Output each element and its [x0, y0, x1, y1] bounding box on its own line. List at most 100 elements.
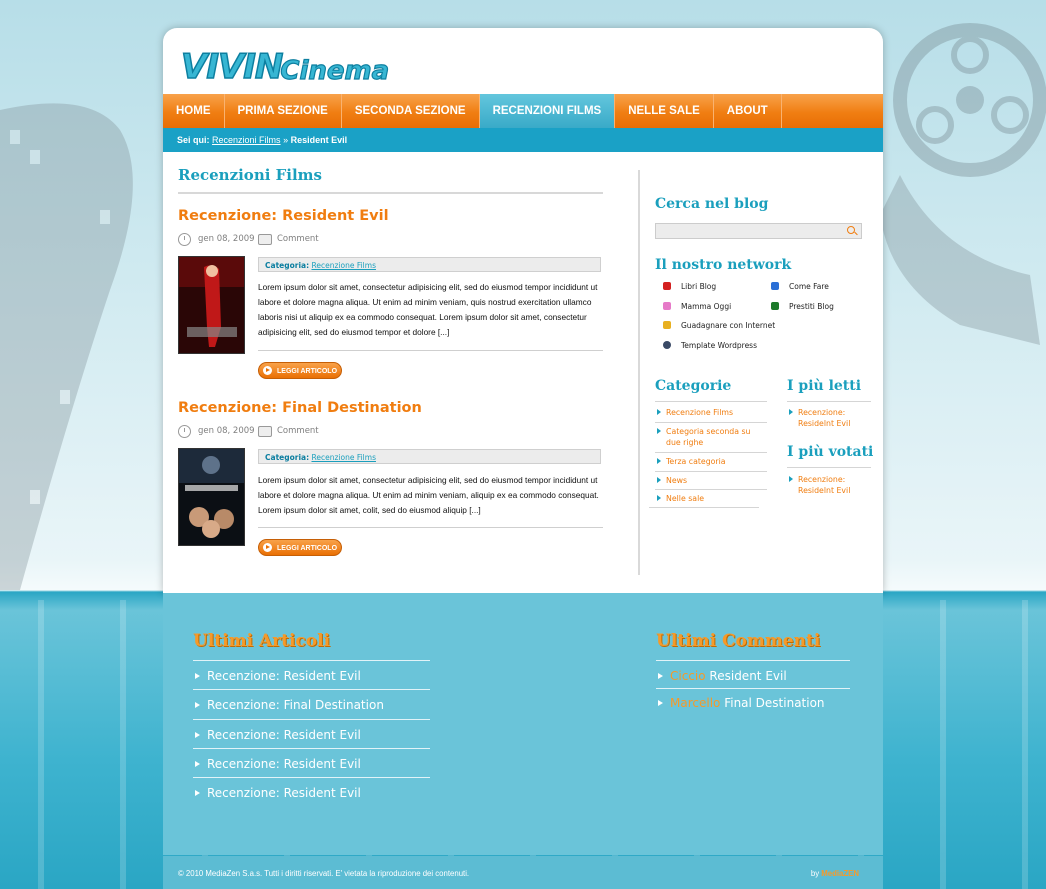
comment-post: Resident Evil [709, 669, 787, 683]
category-link[interactable]: Recenzione Films [311, 453, 376, 462]
divider [655, 422, 767, 423]
category-item[interactable]: Categoria seconda su due righe [657, 426, 761, 448]
network-item[interactable]: Prestiti Blog [771, 302, 834, 311]
category-item[interactable]: Terza categoria [657, 456, 726, 467]
come-fare-icon [771, 282, 779, 290]
guadagnare-icon [663, 321, 671, 329]
network-title: Il nostro network [655, 257, 792, 273]
post-date: gen 08, 2009 [198, 234, 255, 244]
network-item[interactable]: Guadagnare con Internet [663, 321, 775, 330]
category-label: Categoria: [265, 261, 310, 270]
comment-post: Final Destination [724, 696, 825, 710]
credits: by MediaZEN [811, 869, 859, 878]
breadcrumb-separator: » [283, 135, 289, 145]
most-read-title: I più letti [787, 378, 862, 394]
comment-icon [258, 234, 272, 245]
post-meta: gen 08, 2009 Comment [178, 233, 378, 249]
divider [655, 471, 767, 472]
post-excerpt: Lorem ipsum dolor sit amet, consectetur … [258, 475, 599, 515]
libri-blog-icon [663, 282, 671, 290]
clock-icon [178, 233, 191, 246]
footer-article-link[interactable]: Recenzione: Resident Evil [193, 669, 361, 683]
column-divider [638, 170, 640, 575]
nav-home[interactable]: HOME [163, 94, 225, 128]
page-container: VIVIN Cinema HOME PRIMA SEZIONE SECONDA … [163, 28, 883, 593]
copyright-text: © 2010 MediaZen S.a.s. Tutti i diritti r… [178, 869, 470, 878]
wordpress-icon [663, 341, 671, 349]
post-title[interactable]: Recenzione: Resident Evil [178, 208, 389, 224]
divider [787, 467, 871, 468]
film-reel-left-decoration [0, 103, 133, 590]
footer-latest-title: Ultimi Articoli [193, 631, 331, 651]
footer-divider [193, 719, 430, 720]
divider [787, 401, 871, 402]
footer-article-link[interactable]: Recenzione: Resident Evil [193, 757, 361, 771]
read-more-button[interactable]: LEGGI ARTICOLO [258, 539, 342, 556]
comment-author: Marcello [670, 696, 721, 710]
network-item[interactable]: Template Wordpress [663, 341, 757, 350]
footer-divider [656, 688, 850, 689]
category-item[interactable]: News [657, 475, 687, 486]
footer-divider [193, 660, 430, 661]
footer-divider [193, 777, 430, 778]
post-date: gen 08, 2009 [198, 426, 255, 436]
divider [655, 452, 767, 453]
comment-author: Ciccio [670, 669, 706, 683]
post-category-bar: Categoria: Recenzione Films [258, 449, 601, 464]
credits-link[interactable]: MediaZEN [821, 869, 859, 878]
read-more-button[interactable]: LEGGI ARTICOLO [258, 362, 342, 379]
site-logo[interactable]: VIVIN Cinema [180, 44, 390, 86]
breadcrumb-prefix: Sei qui: [177, 135, 210, 145]
most-read-item[interactable]: Recenzione: Residelnt Evil [789, 407, 868, 429]
network-item[interactable]: Libri Blog [663, 282, 716, 291]
nav-recenzioni-films[interactable]: RECENZIONI FILMS [479, 94, 616, 128]
post-comments-link[interactable]: Comment [277, 234, 319, 244]
footer-article-link[interactable]: Recenzione: Resident Evil [193, 786, 361, 800]
post-title[interactable]: Recenzione: Final Destination [178, 400, 422, 416]
search-icon[interactable] [847, 226, 855, 234]
nav-nelle-sale[interactable]: NELLE SALE [615, 94, 714, 128]
footer-divider [193, 748, 430, 749]
category-link[interactable]: Recenzione Films [311, 261, 376, 270]
nav-prima-sezione[interactable]: PRIMA SEZIONE [225, 94, 342, 128]
footer-article-link[interactable]: Recenzione: Final Destination [193, 698, 384, 712]
breadcrumb: Sei qui: Recenzioni Films » Resident Evi… [163, 128, 883, 152]
footer-article-link[interactable]: Recenzione: Resident Evil [193, 728, 361, 742]
divider [655, 401, 767, 402]
network-item[interactable]: Come Fare [771, 282, 829, 291]
nav-seconda-sezione[interactable]: SECONDA SEZIONE [342, 94, 480, 128]
credits-label: by [810, 869, 820, 878]
post-category-bar: Categoria: Recenzione Films [258, 257, 601, 272]
footer-comment-link[interactable]: Ciccio Resident Evil [656, 669, 787, 683]
category-item[interactable]: Recenzione Films [657, 407, 733, 418]
nav-about[interactable]: ABOUT [714, 94, 782, 128]
footer-divider [656, 660, 850, 661]
logo-text-secondary: Cinema [280, 56, 390, 86]
section-title: Recenzioni Films [178, 166, 603, 194]
main-content: Recenzioni Films [178, 166, 603, 194]
film-reel-right-decoration [880, 23, 1046, 345]
category-label: Categoria: [265, 453, 310, 462]
post-comments-link[interactable]: Comment [277, 426, 319, 436]
search-input[interactable] [655, 223, 862, 239]
post-excerpt: Lorem ipsum dolor sit amet, consectetur … [258, 282, 598, 337]
comment-icon [258, 426, 272, 437]
final-destination-poster[interactable] [178, 448, 245, 546]
breadcrumb-current: Resident Evil [290, 135, 348, 145]
mamma-oggi-icon [663, 302, 671, 310]
network-item[interactable]: Mamma Oggi [663, 302, 731, 311]
breadcrumb-link[interactable]: Recenzioni Films [212, 135, 281, 145]
footer-comment-link[interactable]: Marcello Final Destination [656, 696, 825, 710]
resident-evil-poster[interactable] [178, 256, 245, 354]
post-meta: gen 08, 2009 Comment [178, 425, 378, 441]
search-title: Cerca nel blog [655, 196, 769, 212]
most-voted-item[interactable]: Recenzione: Residelnt Evil [789, 474, 868, 496]
category-item[interactable]: Nelle sale [657, 493, 704, 504]
copyright-bar: © 2010 MediaZen S.a.s. Tutti i diritti r… [163, 856, 883, 889]
most-voted-title: I più votati [787, 444, 874, 460]
prestiti-blog-icon [771, 302, 779, 310]
clock-icon [178, 425, 191, 438]
main-navigation: HOME PRIMA SEZIONE SECONDA SEZIONE RECEN… [163, 94, 883, 128]
post-separator [258, 527, 603, 528]
footer-divider [193, 689, 430, 690]
